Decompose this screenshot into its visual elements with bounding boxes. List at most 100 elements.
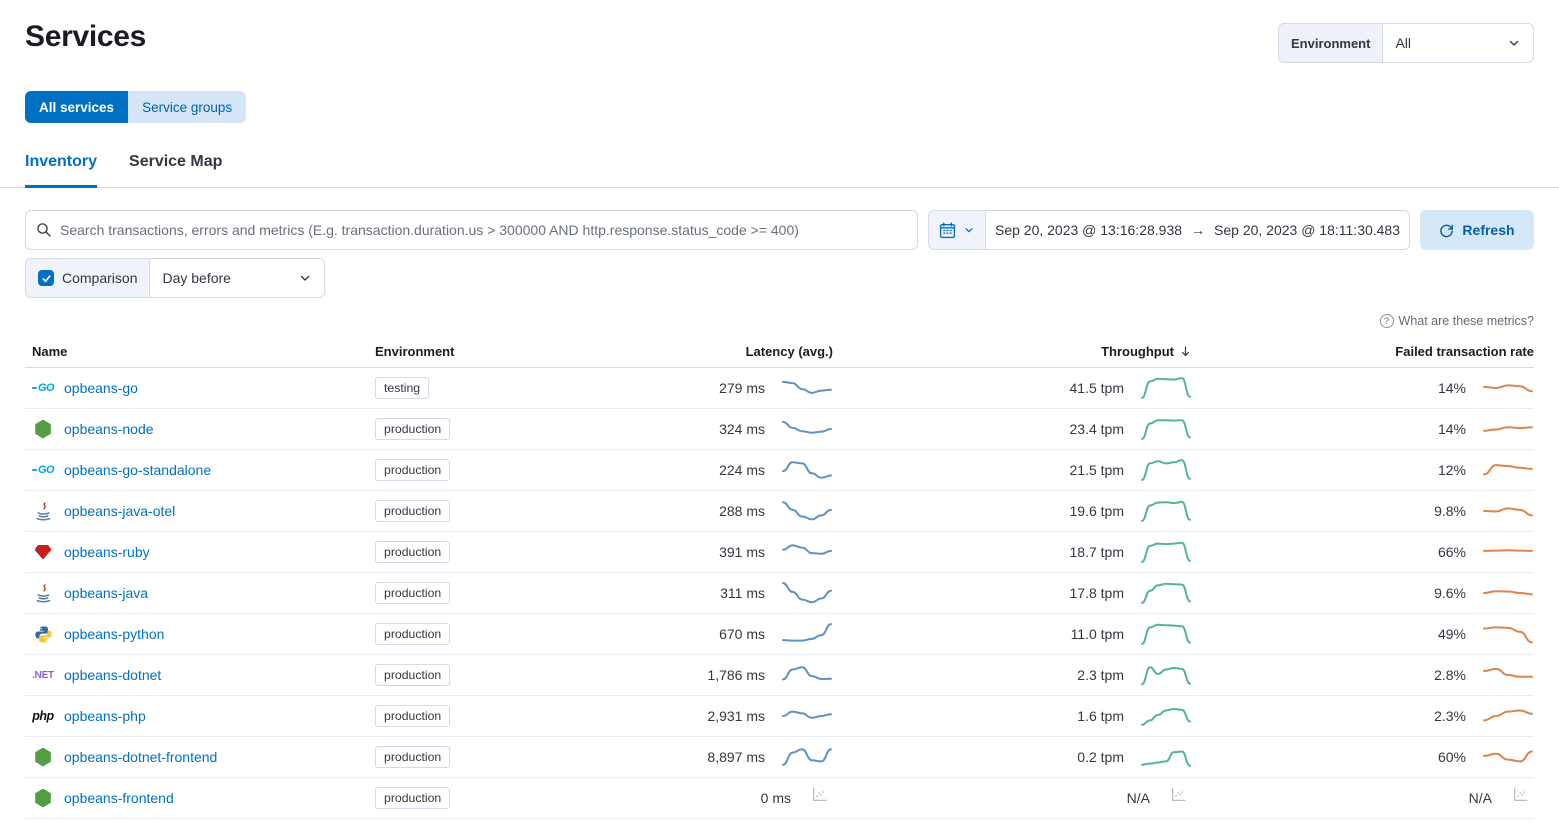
- service-link[interactable]: opbeans-php: [64, 708, 146, 724]
- failed-transaction-rate-cell: N/A: [1192, 785, 1534, 811]
- all-services-button[interactable]: All services: [25, 91, 128, 123]
- failed-transaction-rate-value: N/A: [1469, 790, 1492, 806]
- failed-transaction-rate-cell: 12%: [1192, 457, 1534, 483]
- environment-badge: production: [375, 746, 450, 768]
- failed-transaction-rate-sparkline: [1482, 621, 1534, 647]
- failed-transaction-rate-sparkline: [1482, 416, 1534, 442]
- failed-transaction-rate-sparkline: [1482, 457, 1534, 483]
- latency-cell: 311 ms: [600, 580, 833, 606]
- latency-sparkline: [781, 744, 833, 770]
- failed-transaction-rate-sparkline: [1482, 539, 1534, 565]
- throughput-cell: 0.2 tpm: [833, 744, 1192, 770]
- throughput-value: 17.8 tpm: [1070, 585, 1124, 601]
- question-circle-icon: ?: [1380, 314, 1394, 328]
- comparison-control: Comparison Day before: [25, 258, 325, 298]
- environment-badge: production: [375, 705, 450, 727]
- latency-sparkline: [781, 416, 833, 442]
- latency-cell: 279 ms: [600, 375, 833, 401]
- service-link[interactable]: opbeans-frontend: [64, 790, 174, 806]
- service-name-cell: php opbeans-php: [25, 708, 375, 724]
- search-input[interactable]: [60, 222, 907, 238]
- failed-transaction-rate-sparkline: [1482, 703, 1534, 729]
- environment-select[interactable]: All: [1383, 24, 1533, 62]
- sort-descending-icon: [1179, 345, 1192, 358]
- throughput-value: 23.4 tpm: [1070, 421, 1124, 437]
- latency-sparkline: [781, 457, 833, 483]
- environment-cell: production: [375, 623, 600, 645]
- php-agent-icon: php: [32, 709, 54, 723]
- tab-service-map[interactable]: Service Map: [129, 153, 222, 188]
- throughput-cell: 21.5 tpm: [833, 457, 1192, 483]
- throughput-sparkline: [1140, 539, 1192, 565]
- service-link[interactable]: opbeans-python: [64, 626, 164, 642]
- column-header-failed-rate[interactable]: Failed transaction rate: [1192, 344, 1534, 359]
- latency-value: 0 ms: [761, 790, 791, 806]
- service-link[interactable]: opbeans-java: [64, 585, 148, 601]
- latency-cell: 288 ms: [600, 498, 833, 524]
- latency-sparkline: [781, 375, 833, 401]
- service-groups-button[interactable]: Service groups: [128, 91, 246, 123]
- chevron-down-icon: [1507, 36, 1521, 50]
- chevron-down-icon: [963, 224, 975, 236]
- throughput-sparkline: [1140, 416, 1192, 442]
- refresh-button[interactable]: Refresh: [1420, 210, 1534, 250]
- latency-value: 311 ms: [720, 585, 765, 601]
- date-quick-select-button[interactable]: [929, 211, 986, 249]
- failed-transaction-rate-cell: 2.8%: [1192, 662, 1534, 688]
- service-link[interactable]: opbeans-ruby: [64, 544, 150, 560]
- service-link[interactable]: opbeans-go: [64, 380, 138, 396]
- column-header-name: Name: [25, 344, 375, 359]
- environment-select-value: All: [1395, 35, 1411, 51]
- latency-value: 1,786 ms: [707, 667, 765, 683]
- services-toggle-group: All services Service groups: [25, 91, 246, 123]
- failed-transaction-rate-cell: 60%: [1192, 744, 1534, 770]
- failed-transaction-rate-value: 9.8%: [1434, 503, 1466, 519]
- service-name-cell: .NETopbeans-dotnet: [25, 667, 375, 683]
- column-header-throughput[interactable]: Throughput: [833, 344, 1192, 359]
- table-row: opbeans-dotnet-frontendproduction8,897 m…: [25, 737, 1534, 778]
- environment-cell: production: [375, 787, 600, 809]
- search-bar: [25, 210, 918, 250]
- metrics-help-link[interactable]: ? What are these metrics?: [1380, 314, 1534, 328]
- column-header-latency[interactable]: Latency (avg.): [600, 344, 833, 359]
- throughput-sparkline: [1140, 703, 1192, 729]
- comparison-select-value: Day before: [162, 270, 230, 286]
- latency-value: 2,931 ms: [707, 708, 765, 724]
- date-range-end[interactable]: Sep 20, 2023 @ 18:11:30.483: [1214, 222, 1400, 238]
- date-range-start[interactable]: Sep 20, 2023 @ 13:16:28.938: [995, 222, 1182, 238]
- tab-inventory[interactable]: Inventory: [25, 153, 97, 188]
- comparison-checkbox[interactable]: [38, 270, 54, 286]
- table-row: opbeans-nodeproduction324 ms23.4 tpm14%: [25, 409, 1534, 450]
- latency-sparkline: [781, 662, 833, 688]
- environment-filter: Environment All: [1278, 23, 1534, 63]
- check-icon: [41, 273, 52, 284]
- refresh-icon: [1439, 223, 1454, 238]
- environment-badge: production: [375, 623, 450, 645]
- failed-transaction-rate-cell: 9.6%: [1192, 580, 1534, 606]
- service-link[interactable]: opbeans-go-standalone: [64, 462, 211, 478]
- service-link[interactable]: opbeans-dotnet-frontend: [64, 749, 217, 765]
- comparison-select[interactable]: Day before: [150, 259, 324, 297]
- empty-chart-icon: [1166, 785, 1192, 811]
- failed-transaction-rate-value: 60%: [1438, 749, 1466, 765]
- throughput-value: 2.3 tpm: [1077, 667, 1124, 683]
- service-name-cell: GOopbeans-go: [25, 380, 375, 396]
- throughput-cell: 19.6 tpm: [833, 498, 1192, 524]
- environment-cell: production: [375, 500, 600, 522]
- apm-services-page: Services Environment All All services Se…: [0, 0, 1559, 819]
- failed-transaction-rate-value: 14%: [1438, 421, 1466, 437]
- metrics-help-label: What are these metrics?: [1399, 314, 1534, 328]
- environment-cell: production: [375, 418, 600, 440]
- service-name-cell: opbeans-dotnet-frontend: [25, 748, 375, 767]
- latency-value: 224 ms: [719, 462, 765, 478]
- failed-transaction-rate-value: 9.6%: [1434, 585, 1466, 601]
- failed-transaction-rate-value: 66%: [1438, 544, 1466, 560]
- service-link[interactable]: opbeans-dotnet: [64, 667, 161, 683]
- java-agent-icon: [32, 584, 54, 603]
- service-name-cell: opbeans-frontend: [25, 789, 375, 808]
- service-link[interactable]: opbeans-java-otel: [64, 503, 175, 519]
- service-link[interactable]: opbeans-node: [64, 421, 154, 437]
- failed-transaction-rate-value: 2.3%: [1434, 708, 1466, 724]
- table-row: .NETopbeans-dotnetproduction1,786 ms2.3 …: [25, 655, 1534, 696]
- latency-value: 279 ms: [719, 380, 765, 396]
